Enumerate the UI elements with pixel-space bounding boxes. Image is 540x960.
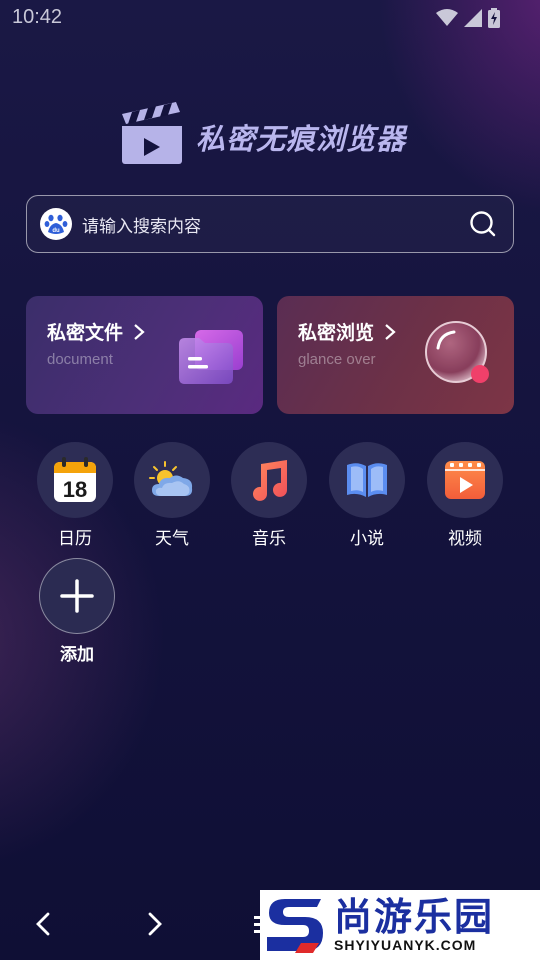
- search-icon[interactable]: [469, 210, 497, 238]
- watermark-en: SHYIYUANYK.COM: [334, 937, 477, 953]
- status-icons: [436, 8, 500, 28]
- app-label: 小说: [350, 529, 384, 549]
- wifi-icon: [436, 9, 458, 26]
- back-arrow-icon[interactable]: [30, 904, 56, 944]
- private-browse-subtitle: glance over: [298, 351, 376, 368]
- app-label: 音乐: [252, 529, 286, 549]
- watermark-logo: 尚游乐园 SHYIYUANYK.COM: [260, 890, 540, 960]
- app-video[interactable]: 视频: [427, 442, 503, 549]
- add-label: 添加: [60, 645, 94, 665]
- forward-arrow-icon[interactable]: [142, 904, 168, 944]
- calendar-icon: 18: [54, 457, 96, 502]
- app-title: 私密无痕浏览器: [196, 122, 407, 156]
- chevron-right-icon: [134, 323, 145, 340]
- signal-icon: [464, 9, 482, 27]
- app-music[interactable]: 音乐: [231, 442, 307, 549]
- private-files-card[interactable]: 私密文件 document: [26, 296, 263, 414]
- app-label: 日历: [58, 529, 92, 549]
- folder-icon: [179, 330, 243, 384]
- search-input[interactable]: 请输入搜索内容: [82, 212, 469, 237]
- bubble-icon: [425, 321, 489, 383]
- baidu-icon[interactable]: du: [40, 208, 72, 240]
- plus-icon: [60, 579, 94, 613]
- app-add[interactable]: 添加: [39, 558, 115, 665]
- battery-icon: [488, 8, 500, 28]
- calendar-badge: 18: [63, 477, 87, 502]
- music-icon: [253, 460, 287, 501]
- app-label: 天气: [155, 529, 189, 549]
- status-bar: 10:42: [0, 0, 540, 36]
- book-icon: [347, 463, 387, 497]
- app-weather[interactable]: 天气: [134, 442, 210, 549]
- clapperboard-logo-icon: [122, 102, 182, 164]
- private-browse-card[interactable]: 私密浏览 glance over: [277, 296, 514, 414]
- private-files-subtitle: document: [47, 351, 113, 368]
- app-novel[interactable]: 小说: [329, 442, 405, 549]
- chevron-right-icon: [385, 323, 396, 340]
- watermark-cn: 尚游乐园: [334, 895, 495, 939]
- status-time: 10:42: [12, 6, 63, 28]
- svg-text:du: du: [52, 228, 60, 234]
- video-icon: [445, 461, 485, 499]
- private-files-title: 私密文件: [47, 318, 145, 345]
- watermark-s-icon: [260, 890, 330, 960]
- search-bar[interactable]: du 请输入搜索内容: [26, 195, 514, 253]
- private-browse-title: 私密浏览: [298, 318, 396, 345]
- app-calendar[interactable]: 18 日历: [37, 442, 113, 549]
- weather-icon: [149, 461, 193, 496]
- add-button[interactable]: [39, 558, 115, 634]
- app-label: 视频: [448, 529, 482, 549]
